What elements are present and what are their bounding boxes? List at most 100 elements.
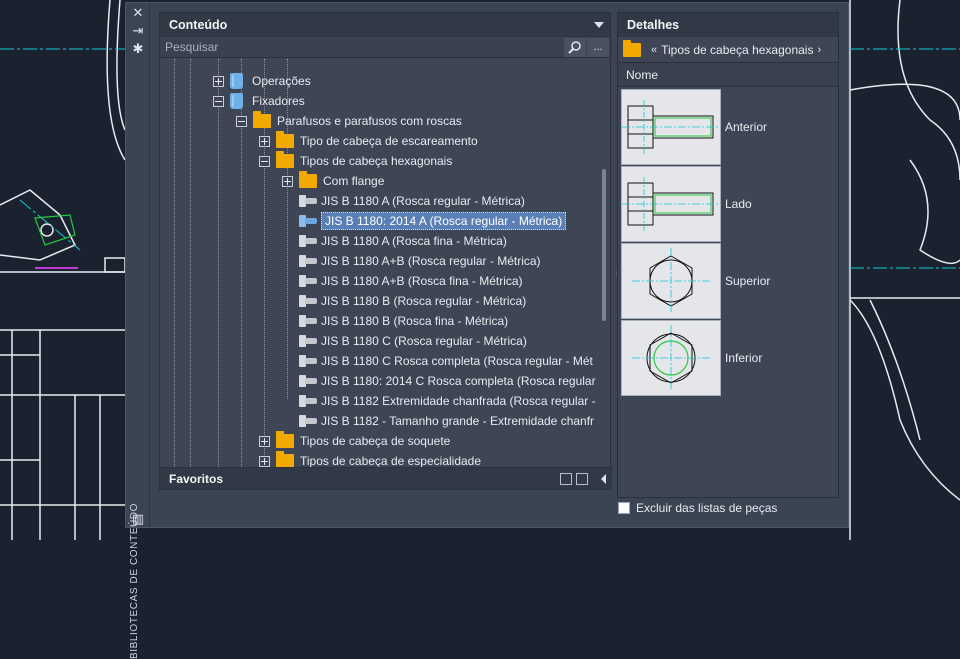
- name-column-header[interactable]: Nome: [618, 63, 838, 87]
- view-item-front[interactable]: Anterior: [621, 89, 839, 165]
- exclude-checkbox[interactable]: [618, 502, 630, 514]
- collapse-icon[interactable]: [213, 95, 224, 107]
- tree-item[interactable]: Parafusos e parafusos com roscas: [236, 111, 462, 131]
- tree-item[interactable]: JIS B 1180 A (Rosca fina - Métrica): [299, 231, 507, 251]
- bolt-icon: [299, 234, 317, 248]
- view-item-side[interactable]: Lado: [621, 166, 839, 242]
- folder-icon: [276, 451, 294, 468]
- bolt-icon: [299, 254, 317, 268]
- content-panel-title: Conteúdo: [169, 18, 228, 32]
- tree-item-label: JIS B 1180 A (Rosca regular - Métrica): [321, 194, 525, 208]
- vertical-scrollbar[interactable]: [602, 169, 606, 321]
- bolt-icon: [299, 334, 317, 348]
- favorites-bar[interactable]: Favoritos: [160, 467, 612, 489]
- view-thumbnail: [621, 320, 721, 396]
- tree-item[interactable]: JIS B 1180 A+B (Rosca fina - Métrica): [299, 271, 523, 291]
- view-thumbnail: [621, 166, 721, 242]
- pin-icon[interactable]: ⇥: [130, 23, 146, 39]
- palette-side-strip: ✕ ⇥ ✱ BIBLIOTECAS DE CONTEÚDO ▥: [126, 3, 150, 659]
- search-input[interactable]: [162, 37, 564, 57]
- close-icon[interactable]: ✕: [130, 5, 146, 21]
- tree-guide-line: [190, 59, 191, 477]
- more-options-button[interactable]: ...: [587, 37, 609, 57]
- tree-item[interactable]: Tipos de cabeça de soquete: [259, 431, 450, 451]
- folder-icon: [623, 39, 641, 57]
- view-item-top[interactable]: Superior: [621, 243, 839, 319]
- tree-item-label: JIS B 1180: 2014 C Rosca completa (Rosca…: [321, 374, 596, 388]
- tree-item-label: Com flange: [323, 174, 385, 188]
- library-icon[interactable]: ▥: [130, 511, 146, 527]
- content-library-palette: ✕ ⇥ ✱ BIBLIOTECAS DE CONTEÚDO ▥ Conteúdo…: [125, 2, 849, 659]
- breadcrumb: « Tipos de cabeça hexagonais ›: [618, 37, 838, 63]
- tree-item-label: JIS B 1180 A (Rosca fina - Métrica): [321, 234, 507, 248]
- tree-item[interactable]: Com flange: [282, 171, 384, 191]
- forward-button[interactable]: ›: [817, 44, 821, 56]
- tree-item-label: JIS B 1182 - Tamanho grande - Extremidad…: [321, 414, 595, 428]
- expand-icon[interactable]: [213, 75, 224, 87]
- tree-item-label: JIS B 1180 B (Rosca fina - Métrica): [321, 314, 509, 328]
- tree-item[interactable]: JIS B 1180 C (Rosca regular - Métrica): [299, 331, 527, 351]
- tree-item[interactable]: JIS B 1180: 2014 A (Rosca regular - Métr…: [299, 211, 567, 231]
- tree-item[interactable]: JIS B 1180: 2014 C Rosca completa (Rosca…: [299, 371, 596, 391]
- bolt-icon: [299, 214, 317, 228]
- search-icon[interactable]: [564, 37, 586, 57]
- tree-item-label: JIS B 1180 B (Rosca regular - Métrica): [321, 294, 527, 308]
- tree-item[interactable]: JIS B 1182 - Tamanho grande - Extremidad…: [299, 411, 594, 431]
- library-icon: [230, 73, 243, 89]
- tree-item[interactable]: JIS B 1182 Extremidade chanfrada (Rosca …: [299, 391, 596, 411]
- bolt-icon: [299, 374, 317, 388]
- tree-item[interactable]: Fixadores: [213, 91, 305, 111]
- tree-item-label: JIS B 1180 C Rosca completa (Rosca regul…: [321, 354, 593, 368]
- chevron-left-icon[interactable]: [601, 474, 606, 484]
- bolt-icon: [299, 274, 317, 288]
- tree-item-label: JIS B 1182 Extremidade chanfrada (Rosca …: [321, 394, 596, 408]
- tree-item[interactable]: JIS B 1180 B (Rosca fina - Métrica): [299, 311, 508, 331]
- expand-icon[interactable]: [259, 455, 270, 467]
- view-thumbnail: [621, 89, 721, 165]
- settings-icon[interactable]: ✱: [130, 41, 146, 57]
- thumbnail-view-icon[interactable]: [576, 473, 588, 485]
- view-label: Inferior: [725, 351, 763, 365]
- tree-item-label: Tipos de cabeça hexagonais: [300, 154, 453, 168]
- tree-item-label: Fixadores: [252, 94, 305, 108]
- view-item-bottom[interactable]: Inferior: [621, 320, 839, 396]
- details-panel: Detalhes « Tipos de cabeça hexagonais › …: [617, 12, 839, 498]
- tree-item-label: JIS B 1180: 2014 A (Rosca regular - Métr…: [321, 212, 567, 230]
- bolt-icon: [299, 354, 317, 368]
- folder-icon: [253, 111, 271, 128]
- view-label: Anterior: [725, 120, 768, 134]
- bolt-icon: [299, 294, 317, 308]
- chevron-down-icon[interactable]: [594, 22, 604, 28]
- content-panel: Conteúdo ... Operações Fixadores Parafusos…: [159, 12, 612, 490]
- expand-icon[interactable]: [259, 135, 270, 147]
- tree-item-label: Tipo de cabeça de escareamento: [300, 134, 478, 148]
- breadcrumb-current[interactable]: Tipos de cabeça hexagonais: [661, 43, 813, 57]
- exclude-from-parts-list[interactable]: Excluir das listas de peças: [618, 501, 777, 515]
- exclude-label: Excluir das listas de peças: [636, 501, 778, 515]
- tree-item[interactable]: Tipo de cabeça de escareamento: [259, 131, 478, 151]
- tree-item[interactable]: JIS B 1180 A+B (Rosca regular - Métrica): [299, 251, 541, 271]
- collapse-icon[interactable]: [259, 155, 270, 167]
- tree-item-label: Tipos de cabeça de especialidade: [300, 454, 482, 468]
- tree-item[interactable]: JIS B 1180 B (Rosca regular - Métrica): [299, 291, 526, 311]
- content-panel-header[interactable]: Conteúdo: [160, 13, 610, 37]
- library-tree[interactable]: Operações Fixadores Parafusos e parafusos …: [160, 59, 596, 477]
- tree-item[interactable]: Tipos de cabeça hexagonais: [259, 151, 452, 171]
- tree-item[interactable]: Operações: [213, 71, 311, 91]
- tree-item-label: Parafusos e parafusos com roscas: [277, 114, 462, 128]
- expand-icon[interactable]: [282, 175, 293, 187]
- tree-item-label: JIS B 1180 A+B (Rosca regular - Métrica): [321, 254, 541, 268]
- tree-item[interactable]: JIS B 1180 A (Rosca regular - Métrica): [299, 191, 525, 211]
- tree-item-label: JIS B 1180 C (Rosca regular - Métrica): [321, 334, 527, 348]
- tree-item-label: Tipos de cabeça de soquete: [300, 434, 451, 448]
- collapse-icon[interactable]: [236, 115, 247, 127]
- tree-item[interactable]: JIS B 1180 C Rosca completa (Rosca regul…: [299, 351, 593, 371]
- back-button[interactable]: «: [651, 44, 657, 56]
- expand-icon[interactable]: [259, 435, 270, 447]
- bolt-icon: [299, 314, 317, 328]
- bolt-icon: [299, 194, 317, 208]
- bolt-icon: [299, 414, 317, 428]
- folder-icon: [276, 151, 294, 168]
- bolt-icon: [299, 394, 317, 408]
- list-view-icon[interactable]: [560, 473, 572, 485]
